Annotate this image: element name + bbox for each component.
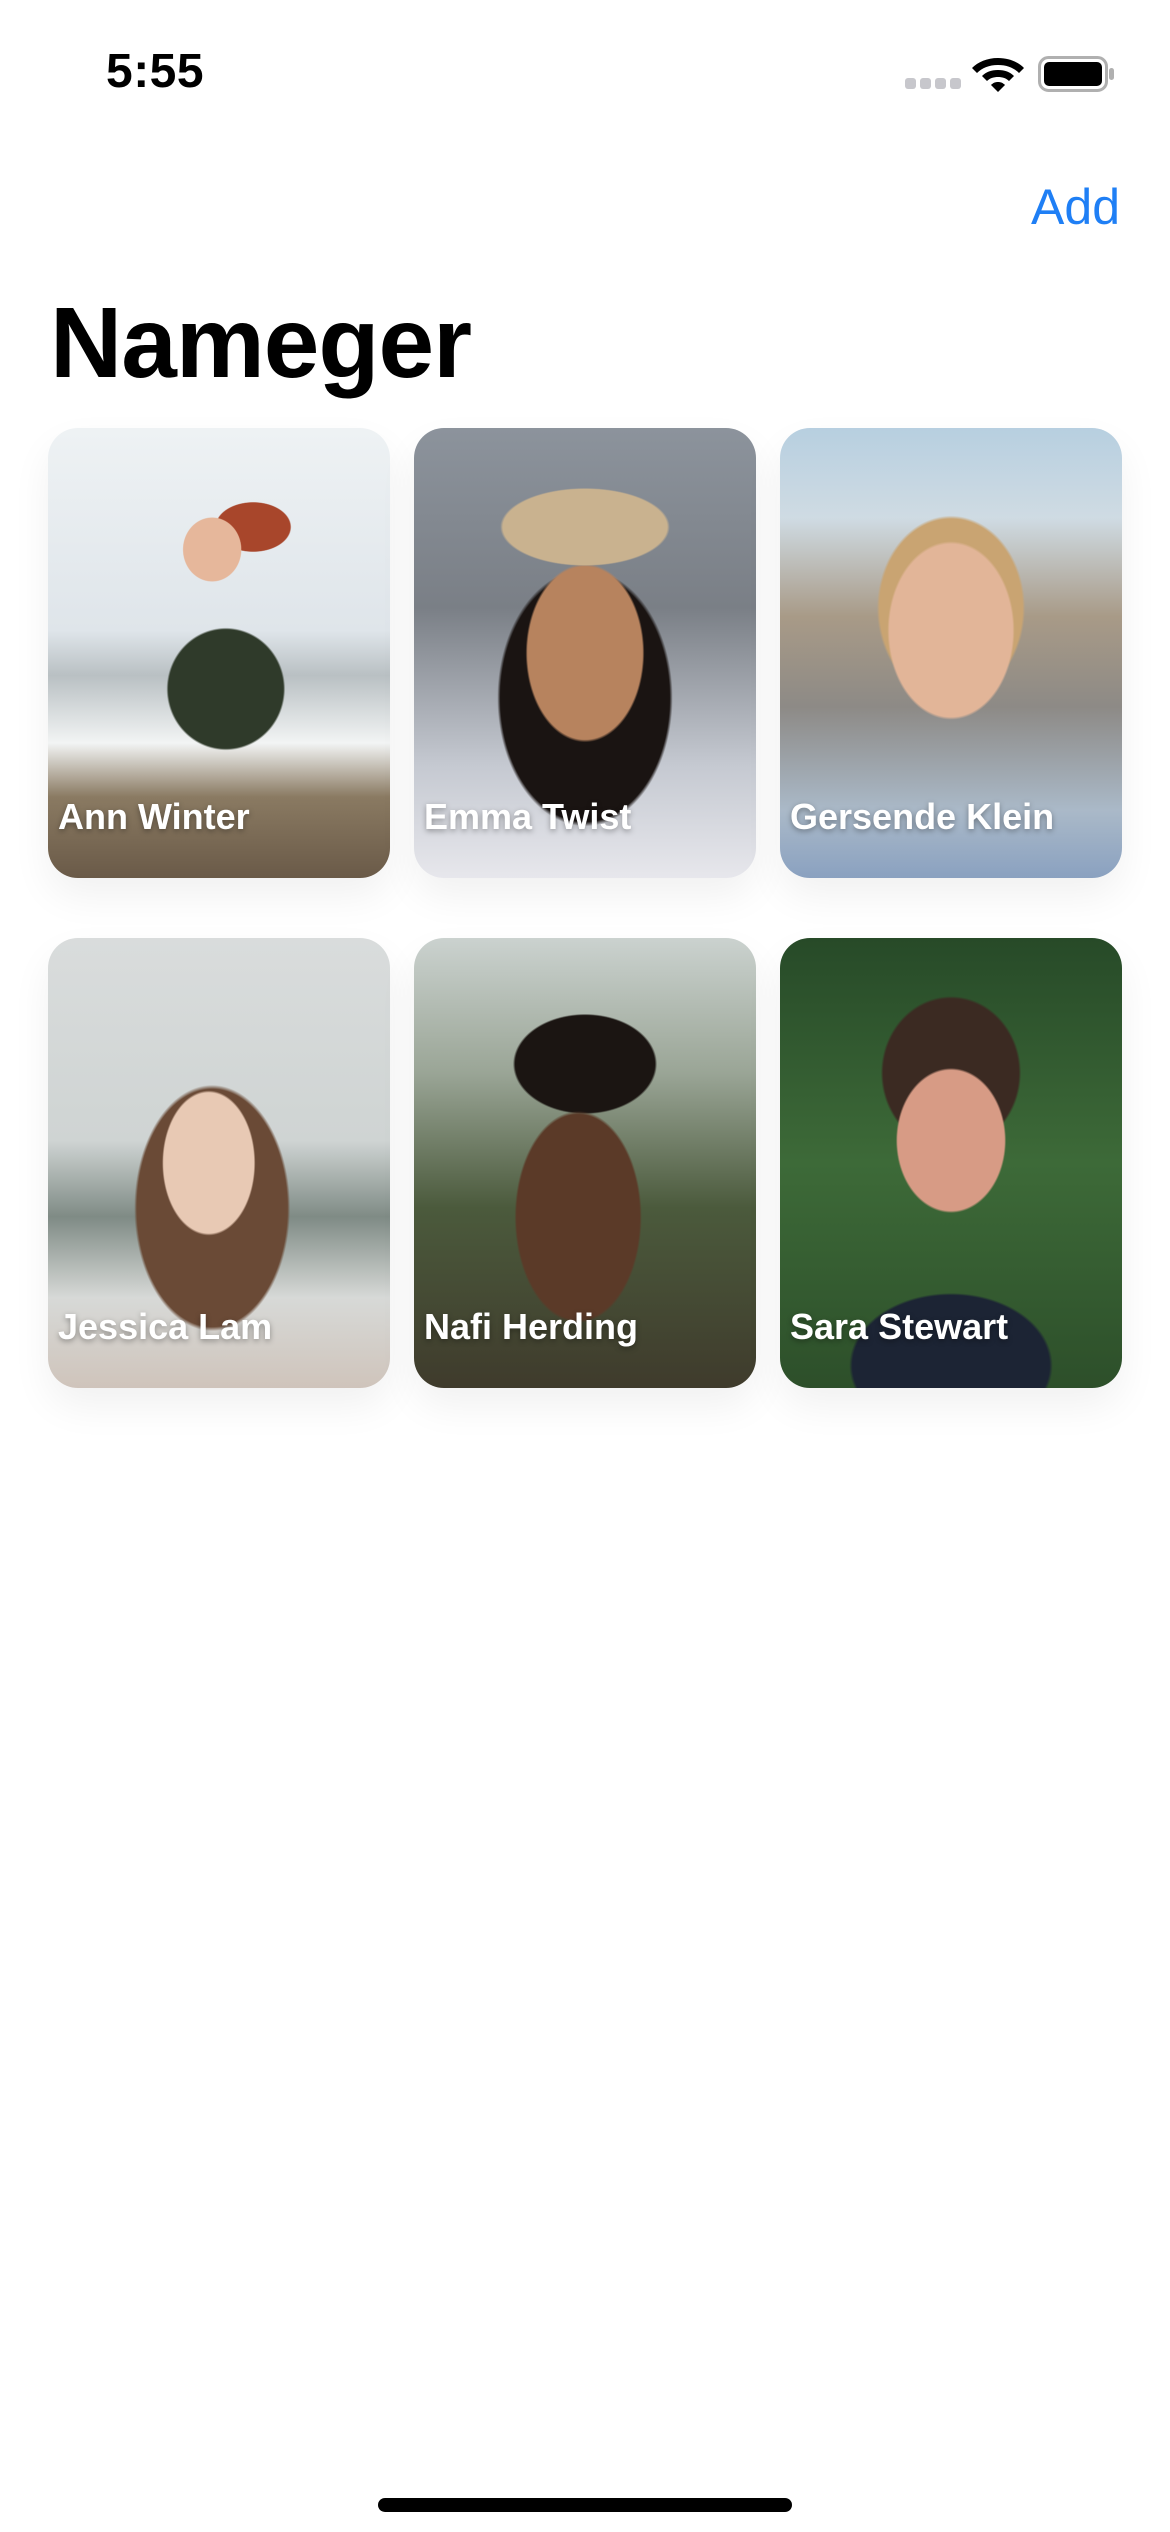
status-time: 5:55 (106, 45, 205, 98)
person-card[interactable]: Jessica Lam (48, 938, 390, 1388)
person-name: Sara Stewart (790, 1306, 1009, 1347)
person-card[interactable]: Gersende Klein (780, 428, 1122, 878)
person-name: Emma Twist (424, 796, 632, 837)
add-button[interactable]: Add (1031, 178, 1120, 236)
person-name: Nafi Herding (424, 1306, 639, 1347)
home-indicator[interactable] (378, 2498, 792, 2512)
person-name: Gersende Klein (790, 796, 1055, 837)
person-name: Jessica Lam (58, 1306, 273, 1347)
status-bar: 5:55 (0, 0, 1170, 150)
signal-icon (905, 78, 961, 92)
people-grid: Ann Winter Emma Twist Gersende Klein Jes… (48, 428, 1122, 1388)
battery-icon (1038, 56, 1114, 92)
page-title: Nameger (50, 287, 472, 399)
person-name: Ann Winter (58, 796, 250, 837)
person-card[interactable]: Ann Winter (48, 428, 390, 878)
person-card[interactable]: Emma Twist (414, 428, 756, 878)
person-card[interactable]: Sara Stewart (780, 938, 1122, 1388)
wifi-icon (972, 58, 1024, 92)
person-card[interactable]: Nafi Herding (414, 938, 756, 1388)
